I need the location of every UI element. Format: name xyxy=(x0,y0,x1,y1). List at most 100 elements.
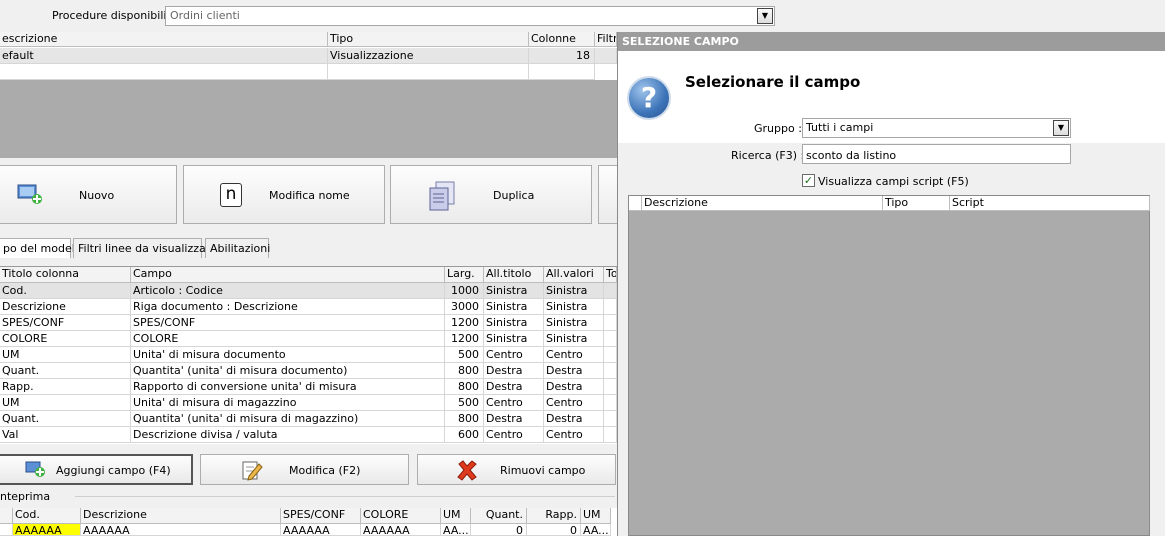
visualizza-script-label[interactable]: Visualizza campi script (F5) xyxy=(818,175,969,188)
table-cell[interactable]: Sinistra xyxy=(544,283,604,299)
table-cell[interactable]: 600 xyxy=(445,427,484,443)
table-cell[interactable] xyxy=(604,427,617,443)
model-grid[interactable]: escrizione Tipo Colonne Filtri efault Vi… xyxy=(0,32,617,80)
table-cell[interactable]: Centro xyxy=(544,427,604,443)
table-cell[interactable]: Destra xyxy=(484,363,544,379)
table-cell[interactable]: Destra xyxy=(544,379,604,395)
table-cell[interactable]: Destra xyxy=(544,411,604,427)
table-cell[interactable]: SPES/CONF xyxy=(0,315,131,331)
preview-col-header-um2[interactable]: UM xyxy=(581,508,611,524)
preview-col-header-spes-conf[interactable]: SPES/CONF xyxy=(281,508,361,524)
preview-cell-indicator[interactable] xyxy=(0,524,13,536)
table-cell[interactable]: 3000 xyxy=(445,299,484,315)
duplica-button[interactable]: Duplica xyxy=(390,165,592,224)
table-cell[interactable]: SPES/CONF xyxy=(131,315,445,331)
chevron-down-icon[interactable]: ▼ xyxy=(757,8,773,24)
col-header-larg[interactable]: Larg. xyxy=(445,267,484,283)
table-cell[interactable] xyxy=(604,395,617,411)
table-cell[interactable]: Centro xyxy=(544,347,604,363)
preview-cell-colore[interactable]: AAAAAA xyxy=(361,524,441,536)
table-cell[interactable]: Quant. xyxy=(0,411,131,427)
preview-col-header-indicator[interactable] xyxy=(0,508,13,524)
table-cell[interactable]: Destra xyxy=(484,411,544,427)
table-cell[interactable]: 1000 xyxy=(445,283,484,299)
table-cell[interactable] xyxy=(604,331,617,347)
preview-col-header-colore[interactable]: COLORE xyxy=(361,508,441,524)
preview-col-header-quant[interactable]: Quant. xyxy=(471,508,527,524)
chevron-down-icon[interactable]: ▼ xyxy=(1053,120,1069,136)
ricerca-input[interactable] xyxy=(802,144,1071,164)
table-cell[interactable]: Destra xyxy=(544,363,604,379)
preview-col-header-descrizione[interactable]: Descrizione xyxy=(81,508,281,524)
table-cell[interactable] xyxy=(604,363,617,379)
table-cell[interactable]: Rapp. xyxy=(0,379,131,395)
aggiungi-campo-button[interactable]: Aggiungi campo (F4) xyxy=(0,454,193,485)
table-cell[interactable]: Quant. xyxy=(0,363,131,379)
table-cell[interactable]: 500 xyxy=(445,395,484,411)
visualizza-script-checkbox[interactable]: ✓ xyxy=(802,174,815,187)
model-row-empty[interactable] xyxy=(0,64,328,80)
table-cell[interactable]: Centro xyxy=(484,395,544,411)
table-cell[interactable]: Centro xyxy=(484,427,544,443)
table-cell[interactable]: Sinistra xyxy=(544,299,604,315)
table-cell[interactable]: 800 xyxy=(445,363,484,379)
field-col-header-tipo[interactable]: Tipo xyxy=(883,196,950,211)
col-header-campo[interactable]: Campo xyxy=(131,267,445,283)
col-header-all-valori[interactable]: All.valori xyxy=(544,267,604,283)
table-cell[interactable]: Sinistra xyxy=(484,283,544,299)
table-cell[interactable]: COLORE xyxy=(131,331,445,347)
col-header-colonne[interactable]: Colonne xyxy=(529,32,595,47)
col-header-descrizione[interactable]: escrizione xyxy=(0,32,328,47)
model-row-colonne[interactable]: 18 xyxy=(529,48,595,64)
table-cell[interactable] xyxy=(604,411,617,427)
modifica-nome-button[interactable]: n Modifica nome xyxy=(183,165,385,224)
table-cell[interactable] xyxy=(604,315,617,331)
table-cell[interactable]: UM xyxy=(0,347,131,363)
preview-cell-descrizione[interactable]: AAAAAA xyxy=(81,524,281,536)
table-cell[interactable] xyxy=(604,379,617,395)
table-cell[interactable]: Val xyxy=(0,427,131,443)
table-cell[interactable]: UM xyxy=(0,395,131,411)
preview-col-header-cod[interactable]: Cod. xyxy=(13,508,81,524)
table-cell[interactable]: COLORE xyxy=(0,331,131,347)
col-header-titolo[interactable]: Titolo colonna xyxy=(0,267,131,283)
table-cell[interactable]: Sinistra xyxy=(484,299,544,315)
table-cell[interactable]: Centro xyxy=(544,395,604,411)
table-cell[interactable]: Unita' di misura documento xyxy=(131,347,445,363)
table-cell[interactable]: Sinistra xyxy=(484,331,544,347)
table-cell[interactable]: Descrizione xyxy=(0,299,131,315)
field-col-header-script[interactable]: Script xyxy=(950,196,1150,211)
procedure-select[interactable]: Ordini clienti ▼ xyxy=(165,6,775,26)
col-header-tipo[interactable]: Tipo xyxy=(328,32,529,47)
table-cell[interactable]: 1200 xyxy=(445,315,484,331)
preview-cell-cod[interactable]: AAAAAA xyxy=(13,524,81,536)
tab-campo-del-modello[interactable]: po del modello xyxy=(0,238,85,258)
table-cell[interactable] xyxy=(604,299,617,315)
col-header-to[interactable]: To xyxy=(604,267,617,283)
model-row-descrizione[interactable]: efault xyxy=(0,48,328,64)
field-col-header-descrizione[interactable]: Descrizione xyxy=(642,196,883,211)
table-cell[interactable]: Descrizione divisa / valuta xyxy=(131,427,445,443)
tab-filtri-linee[interactable]: Filtri linee da visualizzare xyxy=(73,238,217,258)
table-cell[interactable]: Quantita' (unita' di misura documento) xyxy=(131,363,445,379)
table-cell[interactable]: Riga documento : Descrizione xyxy=(131,299,445,315)
preview-grid[interactable]: Cod. AAAAAA Descrizione AAAAAA SPES/CONF AAAA… xyxy=(0,508,617,536)
model-row-filtri[interactable] xyxy=(595,48,617,64)
gruppo-select[interactable]: Tutti i campi ▼ xyxy=(802,118,1071,138)
table-cell[interactable]: Centro xyxy=(484,347,544,363)
table-cell[interactable]: Cod. xyxy=(0,283,131,299)
field-grid[interactable]: Descrizione Tipo Script xyxy=(628,195,1150,536)
table-cell[interactable]: 1200 xyxy=(445,331,484,347)
tab-abilitazioni[interactable]: Abilitazioni xyxy=(205,238,270,258)
table-cell[interactable]: Articolo : Codice xyxy=(131,283,445,299)
table-cell[interactable]: Sinistra xyxy=(544,331,604,347)
model-row-tipo[interactable]: Visualizzazione xyxy=(328,48,529,64)
preview-col-header-um[interactable]: UM xyxy=(441,508,471,524)
table-cell[interactable]: Sinistra xyxy=(484,315,544,331)
rimuovi-campo-button[interactable]: Rimuovi campo xyxy=(417,454,616,485)
preview-cell-spes-conf[interactable]: AAAAAA xyxy=(281,524,361,536)
model-row-empty[interactable] xyxy=(529,64,595,80)
col-header-filtri[interactable]: Filtri xyxy=(595,32,617,47)
preview-cell-um[interactable]: AA... xyxy=(441,524,471,536)
table-cell[interactable]: Quantita' (unita' di misura di magazzino… xyxy=(131,411,445,427)
